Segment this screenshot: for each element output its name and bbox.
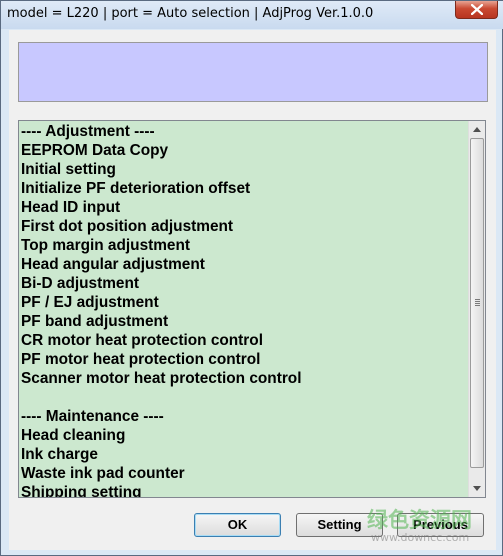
list-item[interactable]: Initial setting bbox=[21, 160, 301, 179]
function-list: ---- Adjustment ---- EEPROM Data Copy Init… bbox=[21, 122, 301, 497]
window-title: model = L220 | port = Auto selection | A… bbox=[7, 6, 374, 21]
list-item[interactable]: EEPROM Data Copy bbox=[21, 141, 301, 160]
list-item[interactable]: First dot position adjustment bbox=[21, 217, 301, 236]
close-button[interactable] bbox=[455, 1, 498, 19]
status-display bbox=[18, 42, 488, 102]
list-item[interactable]: ---- Adjustment ---- bbox=[21, 122, 301, 141]
scroll-up-button[interactable] bbox=[469, 121, 485, 138]
list-item[interactable]: Head ID input bbox=[21, 198, 301, 217]
vertical-scrollbar[interactable] bbox=[468, 121, 485, 497]
list-item[interactable]: Scanner motor heat protection control bbox=[21, 369, 301, 388]
close-icon bbox=[471, 4, 483, 15]
previous-button[interactable]: Previous bbox=[397, 513, 484, 537]
list-item[interactable]: PF band adjustment bbox=[21, 312, 301, 331]
list-item[interactable]: Shipping setting bbox=[21, 483, 301, 497]
scroll-down-button[interactable] bbox=[469, 480, 485, 497]
list-item[interactable]: Head cleaning bbox=[21, 426, 301, 445]
ok-button[interactable]: OK bbox=[194, 513, 281, 537]
arrow-up-icon bbox=[473, 127, 481, 132]
title-bar[interactable]: model = L220 | port = Auto selection | A… bbox=[1, 1, 503, 29]
list-item[interactable]: ---- Maintenance ---- bbox=[21, 407, 301, 426]
list-item[interactable]: Bi-D adjustment bbox=[21, 274, 301, 293]
client-area: ---- Adjustment ---- EEPROM Data Copy Init… bbox=[9, 30, 496, 550]
list-item[interactable]: Head angular adjustment bbox=[21, 255, 301, 274]
app-window: model = L220 | port = Auto selection | A… bbox=[0, 0, 503, 556]
arrow-down-icon bbox=[473, 486, 481, 491]
list-item[interactable]: PF motor heat protection control bbox=[21, 350, 301, 369]
list-item[interactable]: Ink charge bbox=[21, 445, 301, 464]
list-item[interactable] bbox=[21, 388, 301, 407]
list-item[interactable]: Waste ink pad counter bbox=[21, 464, 301, 483]
setting-button[interactable]: Setting bbox=[296, 513, 383, 537]
function-listbox[interactable]: ---- Adjustment ---- EEPROM Data Copy Init… bbox=[18, 120, 486, 498]
list-item[interactable]: Initialize PF deterioration offset bbox=[21, 179, 301, 198]
list-item[interactable]: PF / EJ adjustment bbox=[21, 293, 301, 312]
list-item[interactable]: Top margin adjustment bbox=[21, 236, 301, 255]
list-item[interactable]: CR motor heat protection control bbox=[21, 331, 301, 350]
scroll-thumb[interactable] bbox=[470, 138, 484, 468]
